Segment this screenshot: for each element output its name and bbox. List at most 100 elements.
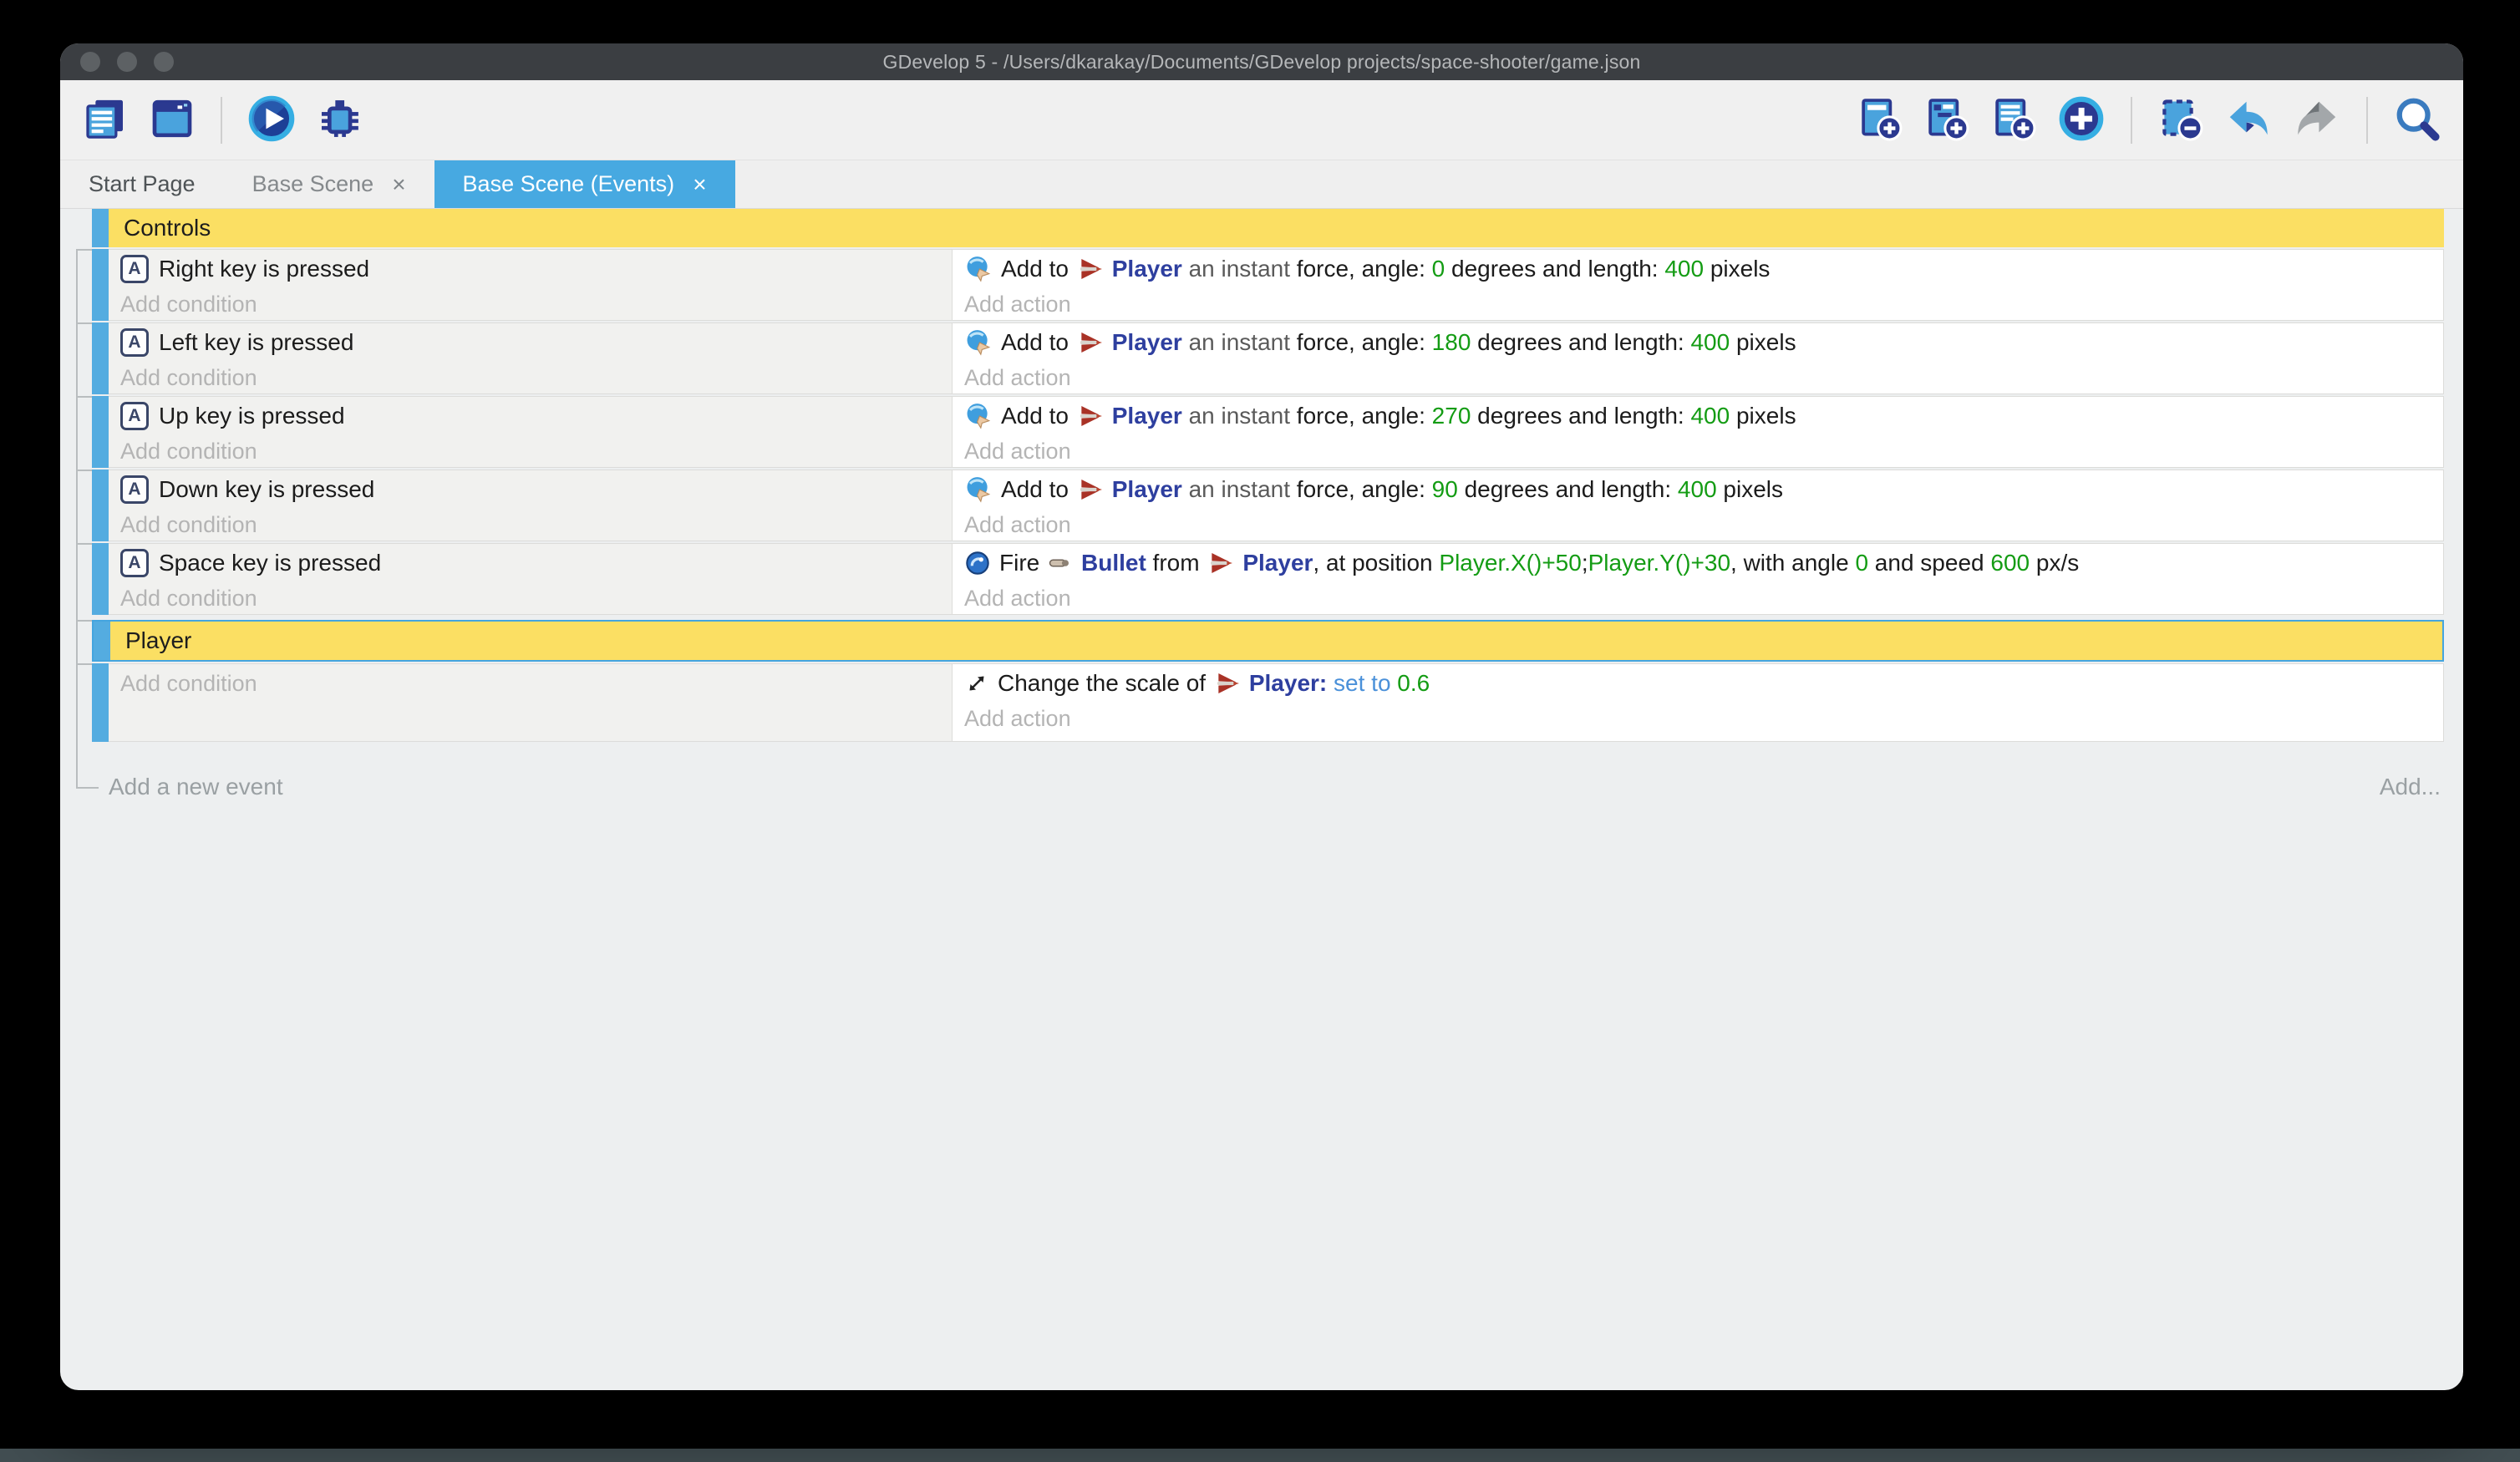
action-sentence: Fire Bullet from Player , at position Pl… [953, 544, 2443, 582]
bullet-object-icon [1048, 551, 1073, 576]
add-condition-button[interactable]: Add condition [109, 582, 952, 614]
conditions-cell: A Right key is pressed Add condition [109, 250, 953, 320]
add-comment-icon [1990, 95, 2037, 145]
project-manager-button[interactable] [82, 95, 129, 145]
condition-sentence: A Up key is pressed [109, 397, 952, 435]
add-condition-button[interactable]: Add condition [109, 435, 952, 467]
action-sentence: Add to Player an instant force, angle: 1… [953, 323, 2443, 362]
add-new-event-button[interactable]: Add a new event [109, 774, 283, 800]
event-color-bar [92, 249, 109, 321]
desktop-strip [0, 1449, 2520, 1462]
group-title: Player [110, 622, 2442, 660]
conditions-cell: A Space key is pressed Add condition [109, 544, 953, 614]
player-object-icon [1077, 256, 1104, 282]
delete-selection-button[interactable] [2157, 95, 2204, 145]
condition-sentence: A Down key is pressed [109, 470, 952, 509]
tab-close-icon[interactable]: × [693, 173, 706, 196]
actions-cell: Add to Player an instant force, angle: 9… [953, 470, 2443, 541]
tab-start-page[interactable]: Start Page [60, 160, 224, 208]
actions-cell: Add to Player an instant force, angle: 2… [953, 397, 2443, 467]
play-icon [247, 94, 296, 145]
redo-button[interactable] [2293, 94, 2341, 145]
actions-cell: Fire Bullet from Player , at position Pl… [953, 544, 2443, 614]
event-row-down-key[interactable]: A Down key is pressed Add condition Add … [92, 470, 2444, 541]
scale-icon [964, 671, 989, 696]
actions-cell: Add to Player an instant force, angle: 1… [953, 323, 2443, 393]
player-object-icon [1077, 476, 1104, 503]
events-sheet: Controls A Right key is pressed Add cond… [92, 209, 2444, 804]
force-icon [964, 328, 993, 357]
tab-close-icon[interactable]: × [392, 173, 405, 196]
tab-base-scene-events[interactable]: Base Scene (Events) × [434, 160, 735, 208]
add-condition-button[interactable]: Add condition [109, 288, 952, 320]
event-color-bar [92, 322, 109, 394]
add-condition-button[interactable]: Add condition [109, 362, 952, 393]
add-condition-button[interactable]: Add condition [109, 664, 952, 703]
scene-editor-button[interactable] [149, 95, 196, 145]
tree-line-stub [76, 620, 94, 622]
add-action-button[interactable]: Add action [953, 362, 2443, 393]
conditions-cell: A Left key is pressed Add condition [109, 323, 953, 393]
keyboard-key-icon: A [120, 475, 149, 504]
add-other-event-button[interactable] [2057, 94, 2106, 145]
keyboard-key-icon: A [120, 549, 149, 577]
event-color-bar [92, 209, 109, 247]
player-object-icon [1077, 403, 1104, 429]
add-action-button[interactable]: Add action [953, 509, 2443, 541]
fire-bullet-icon [964, 550, 991, 576]
add-action-button[interactable]: Add action [953, 582, 2443, 614]
event-group-controls[interactable]: Controls [92, 209, 2444, 247]
search-icon [2393, 94, 2441, 145]
event-group-player[interactable]: Player [92, 620, 2444, 662]
zoom-window-button[interactable] [154, 52, 174, 72]
conditions-cell: Add condition [109, 664, 953, 741]
add-condition-button[interactable]: Add condition [109, 509, 952, 541]
add-sub-event-icon [1923, 95, 1970, 145]
add-comment-button[interactable] [1990, 95, 2037, 145]
event-row-up-key[interactable]: A Up key is pressed Add condition Add to [92, 396, 2444, 468]
add-action-button[interactable]: Add action [953, 703, 2443, 734]
add-action-button[interactable]: Add action [953, 435, 2443, 467]
add-sub-event-button[interactable] [1923, 95, 1970, 145]
add-event-button[interactable] [1857, 95, 1903, 145]
play-button[interactable] [247, 94, 296, 145]
force-icon [964, 475, 993, 504]
conditions-cell: A Up key is pressed Add condition [109, 397, 953, 467]
keyboard-key-icon: A [120, 328, 149, 357]
group-title: Controls [109, 209, 2444, 247]
gdevelop-window: GDevelop 5 - /Users/dkarakay/Documents/G… [60, 43, 2463, 1390]
toolbar-left-group [82, 94, 363, 145]
tree-line-stub [76, 249, 94, 251]
redo-icon [2293, 94, 2341, 145]
actions-cell: Add to Player an instant force, angle: 0… [953, 250, 2443, 320]
tab-base-scene[interactable]: Base Scene × [224, 160, 434, 208]
debug-button[interactable] [316, 95, 363, 145]
event-row-left-key[interactable]: A Left key is pressed Add condition Add … [92, 322, 2444, 394]
event-row-right-key[interactable]: A Right key is pressed Add condition Add… [92, 249, 2444, 321]
screenshot-stage: GDevelop 5 - /Users/dkarakay/Documents/G… [0, 0, 2520, 1462]
project-manager-icon [82, 95, 129, 145]
traffic-lights [80, 52, 174, 72]
player-object-icon [1214, 670, 1241, 697]
tree-line-stub [76, 543, 94, 545]
titlebar: GDevelop 5 - /Users/dkarakay/Documents/G… [60, 43, 2463, 80]
event-row-player-scale[interactable]: Add condition Change the scale of Player… [92, 663, 2444, 742]
player-object-icon [1207, 550, 1234, 576]
undo-button[interactable] [2224, 94, 2273, 145]
search-button[interactable] [2393, 94, 2441, 145]
event-color-bar [92, 470, 109, 541]
minimize-window-button[interactable] [117, 52, 137, 72]
add-event-icon [1857, 95, 1903, 145]
action-sentence: Add to Player an instant force, angle: 0… [953, 250, 2443, 288]
toolbar-divider [2366, 97, 2368, 144]
toolbar [60, 80, 2463, 160]
add-action-button[interactable]: Add action [953, 288, 2443, 320]
tab-label: Start Page [89, 171, 196, 197]
add-circle-icon [2057, 94, 2106, 145]
close-window-button[interactable] [80, 52, 100, 72]
event-row-space-key[interactable]: A Space key is pressed Add condition Fir… [92, 543, 2444, 615]
force-icon [964, 255, 993, 283]
add-more-button[interactable]: Add... [2380, 774, 2441, 800]
tree-line-stub [76, 322, 94, 324]
events-footer: Add a new event Add... [92, 770, 2444, 804]
